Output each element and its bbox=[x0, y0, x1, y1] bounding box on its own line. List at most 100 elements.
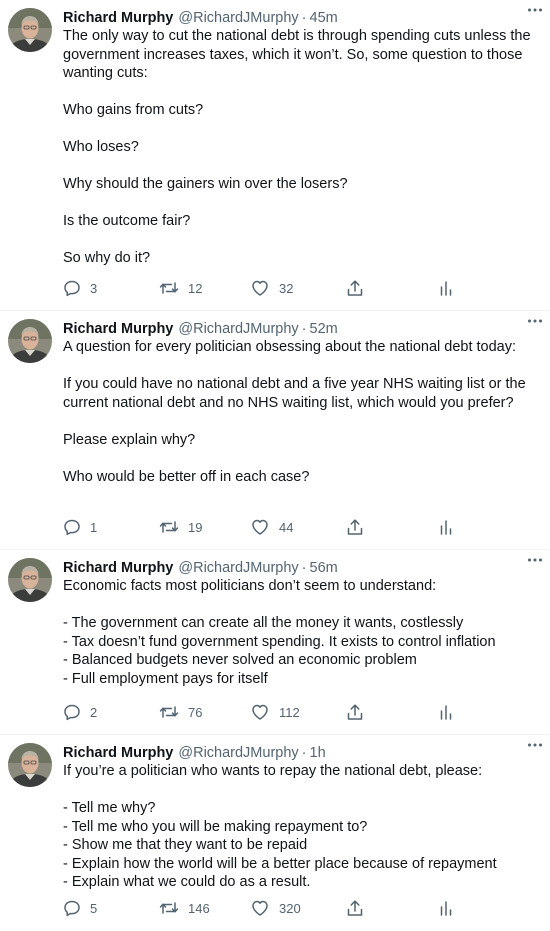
like-button[interactable]: 32 bbox=[250, 279, 293, 297]
reply-count: 1 bbox=[90, 519, 98, 535]
reply-icon bbox=[63, 518, 81, 536]
tweet-header: Richard Murphy @RichardJMurphy · 45m bbox=[63, 8, 536, 27]
tweet-paragraph: Economic facts most politicians don’t se… bbox=[63, 578, 437, 594]
author-name[interactable]: Richard Murphy bbox=[63, 745, 173, 761]
separator-dot: · bbox=[301, 9, 307, 26]
avatar[interactable] bbox=[8, 319, 52, 363]
analytics-icon bbox=[439, 703, 453, 721]
tweet-paragraph: Why should the gainers win over the lose… bbox=[63, 176, 348, 192]
analytics-button[interactable] bbox=[439, 899, 453, 917]
share-icon bbox=[346, 703, 364, 721]
tweet-timestamp[interactable]: 1h bbox=[310, 745, 326, 761]
tweet-paragraph: - Tell me why? - Tell me who you will be… bbox=[63, 800, 497, 890]
tweet-paragraph: Is the outcome fair? bbox=[63, 213, 191, 229]
more-icon[interactable] bbox=[526, 737, 544, 753]
like-button[interactable]: 112 bbox=[250, 703, 300, 721]
avatar[interactable] bbox=[8, 743, 52, 787]
tweet-paragraph: Who would be better off in each case? bbox=[63, 468, 310, 485]
retweet-button[interactable]: 12 bbox=[159, 279, 202, 297]
retweet-button[interactable]: 76 bbox=[159, 703, 202, 721]
reply-icon bbox=[63, 703, 81, 721]
author-handle[interactable]: @RichardJMurphy bbox=[178, 321, 298, 337]
retweet-button[interactable]: 146 bbox=[159, 899, 210, 917]
like-button[interactable]: 44 bbox=[250, 518, 293, 536]
tweet-paragraph: Who gains from cuts? bbox=[63, 102, 204, 118]
analytics-button[interactable] bbox=[439, 703, 453, 721]
reply-button[interactable]: 5 bbox=[63, 899, 97, 917]
author-name[interactable]: Richard Murphy bbox=[63, 10, 173, 26]
analytics-button[interactable] bbox=[439, 279, 453, 297]
avatar[interactable] bbox=[8, 8, 52, 52]
share-icon bbox=[346, 899, 364, 917]
tweet-paragraph: Please explain why? bbox=[63, 431, 196, 448]
retweet-icon bbox=[159, 279, 179, 297]
share-button[interactable] bbox=[346, 279, 364, 297]
share-icon bbox=[346, 279, 364, 297]
retweet-count: 146 bbox=[188, 900, 210, 916]
retweet-icon bbox=[159, 703, 179, 721]
reply-button[interactable]: 2 bbox=[63, 703, 97, 721]
share-button[interactable] bbox=[346, 899, 364, 917]
tweet-content: Richard Murphy @RichardJMurphy · 45m The onl… bbox=[63, 8, 536, 268]
retweet-icon bbox=[159, 518, 179, 536]
reply-count: 2 bbox=[90, 704, 98, 720]
like-button[interactable]: 320 bbox=[250, 899, 301, 917]
more-icon[interactable] bbox=[526, 313, 544, 329]
tweet-paragraph: If you could have no national debt and a… bbox=[63, 376, 526, 411]
separator-dot: · bbox=[301, 744, 307, 761]
reply-icon bbox=[63, 279, 81, 297]
analytics-icon bbox=[439, 279, 453, 297]
author-handle[interactable]: @RichardJMurphy bbox=[178, 10, 298, 26]
reply-count: 5 bbox=[90, 900, 98, 916]
share-button[interactable] bbox=[346, 703, 364, 721]
reply-button[interactable]: 3 bbox=[63, 279, 97, 297]
author-handle[interactable]: @RichardJMurphy bbox=[178, 745, 298, 761]
like-icon bbox=[250, 703, 270, 721]
retweet-count: 19 bbox=[188, 519, 203, 535]
tweet-paragraph: If you’re a politician who wants to repa… bbox=[63, 763, 483, 779]
tweet-paragraph: A question for every politician obsessin… bbox=[63, 339, 517, 355]
tweet-timestamp[interactable]: 45m bbox=[310, 10, 338, 26]
retweet-count: 12 bbox=[188, 280, 203, 296]
timeline-feed: Richard Murphy @RichardJMurphy · 45m The onl… bbox=[0, 0, 550, 931]
like-count: 320 bbox=[279, 900, 301, 916]
more-icon[interactable] bbox=[526, 552, 544, 568]
author-handle[interactable]: @RichardJMurphy bbox=[178, 560, 298, 576]
tweet[interactable]: Richard Murphy @RichardJMurphy · 52m A quest… bbox=[0, 311, 550, 550]
tweet-header: Richard Murphy @RichardJMurphy · 56m bbox=[63, 558, 536, 577]
retweet-button[interactable]: 19 bbox=[159, 518, 202, 536]
tweet[interactable]: Richard Murphy @RichardJMurphy · 45m The onl… bbox=[0, 0, 550, 311]
analytics-button[interactable] bbox=[439, 518, 453, 536]
tweet[interactable]: Richard Murphy @RichardJMurphy · 56m Economi… bbox=[0, 550, 550, 735]
separator-dot: · bbox=[301, 559, 307, 576]
tweet[interactable]: Richard Murphy @RichardJMurphy · 1h If you’r… bbox=[0, 735, 550, 931]
reply-button[interactable]: 1 bbox=[63, 518, 97, 536]
more-icon[interactable] bbox=[526, 2, 544, 18]
like-count: 32 bbox=[279, 280, 294, 296]
avatar[interactable] bbox=[8, 558, 52, 602]
share-icon bbox=[346, 518, 364, 536]
tweet-text: The only way to cut the national debt is… bbox=[63, 27, 536, 268]
tweet-header: Richard Murphy @RichardJMurphy · 52m bbox=[63, 319, 536, 338]
share-button[interactable] bbox=[346, 518, 364, 536]
like-count: 112 bbox=[279, 704, 300, 720]
retweet-count: 76 bbox=[188, 704, 203, 720]
reply-icon bbox=[63, 899, 81, 917]
tweet-paragraph: The only way to cut the national debt is… bbox=[63, 28, 531, 81]
author-name[interactable]: Richard Murphy bbox=[63, 560, 173, 576]
tweet-timestamp[interactable]: 56m bbox=[310, 560, 338, 576]
retweet-icon bbox=[159, 899, 179, 917]
like-count: 44 bbox=[279, 519, 294, 535]
tweet-text: A question for every politician obsessin… bbox=[63, 338, 536, 486]
author-name[interactable]: Richard Murphy bbox=[63, 321, 173, 337]
tweet-timestamp[interactable]: 52m bbox=[310, 321, 338, 337]
tweet-header: Richard Murphy @RichardJMurphy · 1h bbox=[63, 743, 536, 762]
analytics-icon bbox=[439, 518, 453, 536]
